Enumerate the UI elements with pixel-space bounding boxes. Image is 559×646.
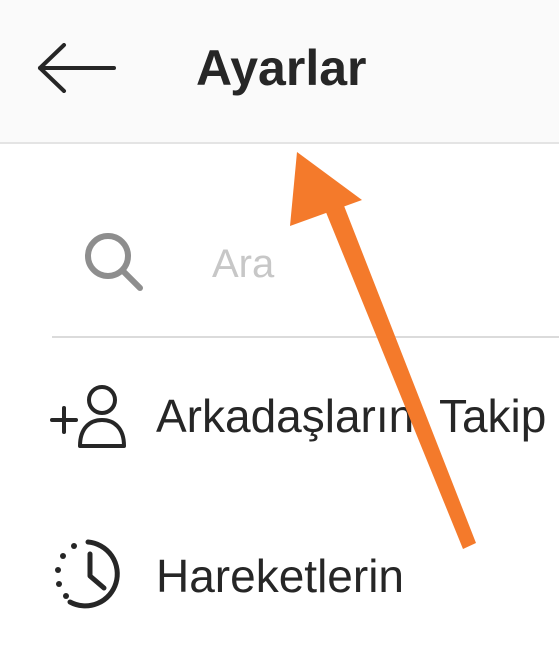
page-title: Ayarlar [196, 40, 367, 96]
search-icon [85, 233, 143, 291]
menu-item-label: Arkadaşlarını Takip Et [156, 390, 559, 442]
activity-clock-icon [55, 539, 120, 609]
back-button[interactable] [30, 36, 122, 100]
search-bar[interactable] [52, 200, 559, 338]
menu-item-follow-friends[interactable]: Arkadaşlarını Takip Et [0, 360, 559, 470]
settings-screen: Ayarlar Arkadaşlarını Takip Et Hareketle… [0, 0, 559, 646]
app-header: Ayarlar [0, 0, 559, 144]
arrow-left-icon [38, 43, 116, 93]
add-person-icon [50, 385, 126, 448]
menu-item-label: Hareketlerin [156, 550, 404, 602]
search-input[interactable] [212, 236, 542, 292]
menu-item-activity[interactable]: Hareketlerin [0, 520, 559, 630]
